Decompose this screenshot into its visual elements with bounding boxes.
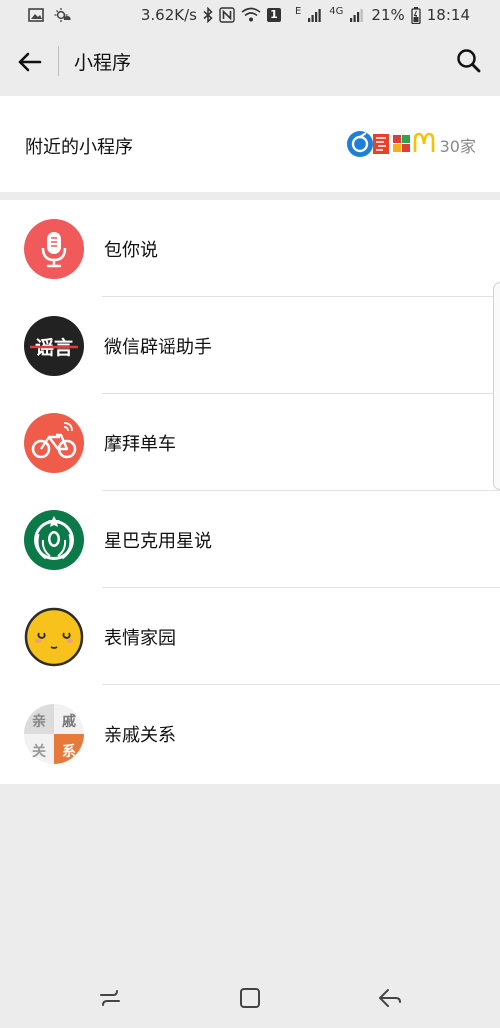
- recent-apps-icon: [100, 990, 120, 1006]
- back-nav-icon: [379, 989, 401, 1007]
- mcdonalds-icon: [413, 132, 435, 152]
- scroll-handle[interactable]: [493, 282, 500, 490]
- list-item-baonishuo[interactable]: 包你说: [0, 200, 500, 297]
- home-square-icon: [240, 988, 260, 1008]
- smiley-face-icon: [24, 607, 84, 667]
- mini-program-list: 包你说 谣言 微信辟谣助手 摩拜单车 星巴克用星说 表情家园 亲 戚 关 系 亲…: [0, 200, 500, 784]
- relatives-char-0: 亲: [32, 713, 46, 730]
- item-label: 包你说: [104, 240, 158, 261]
- relatives-char-2: 关: [32, 743, 46, 760]
- orange-mini-icon: [373, 134, 389, 154]
- search-icon: [457, 49, 481, 73]
- nearby-icons-preview: [346, 130, 435, 158]
- network-speed: 3.62K/s: [140, 6, 197, 24]
- status-bar: 3.62K/s 1 E 4G 21% 18:14: [0, 0, 500, 32]
- bluetooth-icon: [203, 7, 213, 23]
- starbucks-siren-icon: [24, 510, 84, 570]
- mobike-mini-icon: [347, 131, 373, 157]
- list-item-relatives[interactable]: 亲 戚 关 系 亲戚关系: [0, 685, 500, 782]
- header-divider: [58, 46, 59, 76]
- back-button[interactable]: [16, 48, 44, 76]
- back-nav-button[interactable]: [376, 984, 404, 1012]
- nfc-icon: [219, 7, 235, 23]
- list-item-starbucks[interactable]: 星巴克用星说: [0, 491, 500, 588]
- signal-icon-2: [350, 9, 364, 22]
- recent-apps-button[interactable]: [96, 984, 124, 1012]
- item-label: 摩拜单车: [104, 434, 176, 455]
- item-label: 微信辟谣助手: [104, 337, 212, 358]
- list-item-emoji-home[interactable]: 表情家园: [0, 588, 500, 685]
- header-bar: 小程序: [0, 32, 500, 96]
- microphone-icon: [24, 219, 84, 279]
- page-title: 小程序: [74, 52, 132, 74]
- system-navigation-bar: [0, 968, 500, 1028]
- battery-percent: 21%: [371, 6, 405, 24]
- signal-icon-1: [308, 9, 321, 22]
- relatives-char-1: 戚: [62, 713, 76, 730]
- item-label: 表情家园: [104, 628, 176, 649]
- nearby-count: 30家: [439, 137, 476, 156]
- gallery-icon: [28, 8, 44, 22]
- relatives-char-3: 系: [62, 743, 76, 760]
- weather-icon: [54, 8, 71, 22]
- bicycle-icon: [24, 413, 84, 473]
- item-label: 亲戚关系: [104, 725, 176, 746]
- clock: 18:14: [426, 6, 470, 24]
- search-button[interactable]: [454, 46, 484, 76]
- notification-badge: 1: [266, 8, 281, 22]
- list-item-mobike[interactable]: 摩拜单车: [0, 394, 500, 491]
- wifi-icon: [241, 7, 261, 22]
- nearby-mini-programs-row[interactable]: 附近的小程序 30家: [0, 96, 500, 192]
- arrow-left-icon: [18, 52, 42, 72]
- nearby-label: 附近的小程序: [25, 137, 133, 158]
- relatives-grid-icon: 亲 戚 关 系: [24, 704, 84, 764]
- network-type: E: [294, 6, 302, 17]
- item-label: 星巴克用星说: [104, 531, 212, 552]
- rumor-text-icon: 谣言: [24, 316, 84, 376]
- list-item-rumor-assistant[interactable]: 谣言 微信辟谣助手: [0, 297, 500, 394]
- lte-indicator: 4G: [329, 6, 344, 17]
- home-button[interactable]: [236, 984, 264, 1012]
- battery-icon: [411, 6, 421, 24]
- colorful-mini-icon: [393, 135, 410, 152]
